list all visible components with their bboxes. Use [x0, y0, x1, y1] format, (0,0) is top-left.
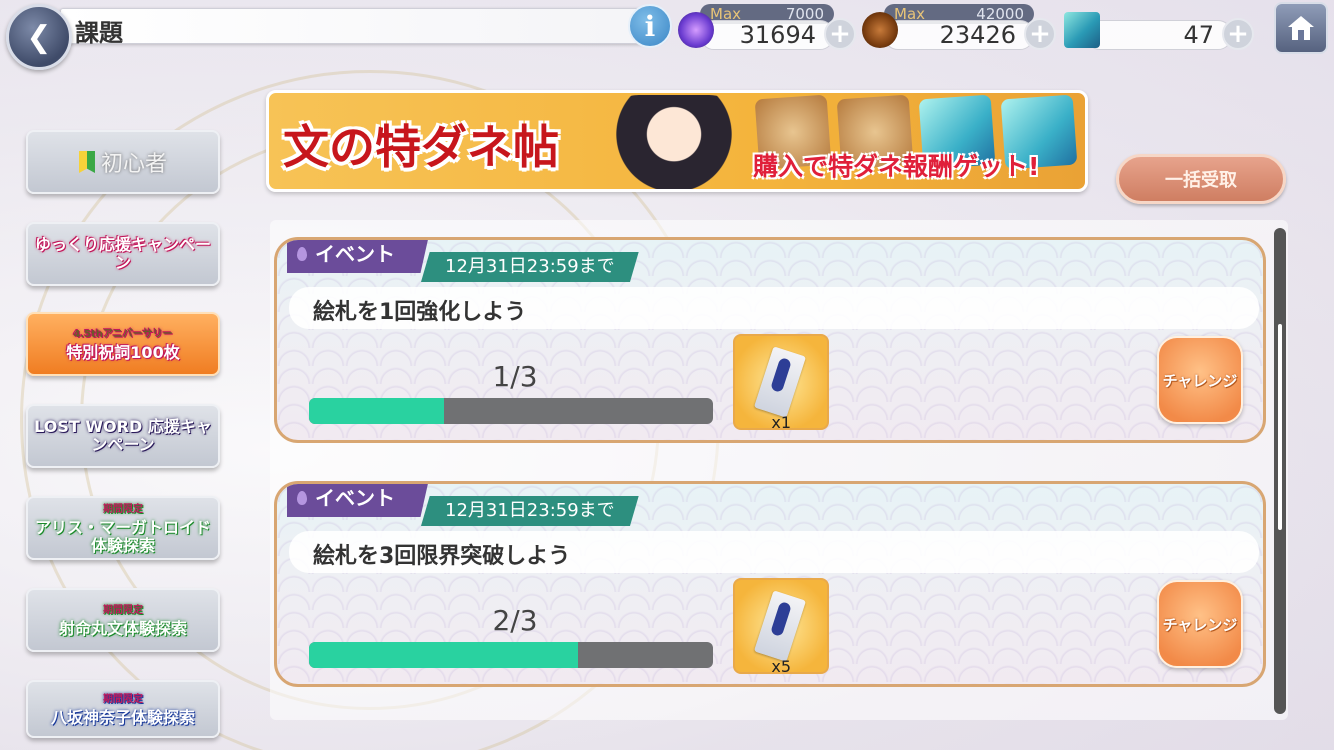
task-progress-text: 1/3 — [492, 360, 538, 393]
task-card: 12月31日23:59まで イベント 絵札を3回限界突破しよう 2/3 x5 チ… — [274, 481, 1266, 687]
task-description: 絵札を1回強化しよう — [313, 300, 527, 325]
task-reward[interactable]: x5 — [733, 578, 829, 676]
resource-value: 31694 — [739, 21, 816, 49]
sidebar-item-alice-trial[interactable]: 期間限定 アリス・マーガトロイド体験探索 — [26, 496, 220, 560]
sidebar-item-label: 4.5thアニバーサリー 特別祝詞100枚 — [66, 329, 180, 362]
challenge-label: チャレンジ — [1162, 615, 1238, 634]
add-coin-button[interactable]: + — [1024, 18, 1056, 50]
banner-subtitle: 購入で特ダネ報酬ゲット! — [753, 152, 1040, 181]
resource-coin: Max 42000 23426 + — [862, 4, 1056, 50]
bulk-receive-button[interactable]: 一括受取 — [1116, 154, 1286, 204]
sidebar-item-beginner[interactable]: 初心者 — [26, 130, 220, 194]
blue-flame-icon — [678, 12, 714, 48]
beginner-leaf-icon — [78, 151, 95, 173]
sidebar-item-special-norito[interactable]: 4.5thアニバーサリー 特別祝詞100枚 — [26, 312, 220, 376]
sidebar-item-label: ゆっくり応援キャンペーン — [34, 235, 211, 272]
home-icon — [1288, 16, 1314, 40]
task-category-tag: イベント — [287, 240, 429, 273]
task-progress-bar — [309, 642, 713, 668]
sidebar-item-label: 期間限定 射命丸文体験探索 — [58, 605, 187, 638]
sidebar-item-yukkuri-campaign[interactable]: ゆっくり応援キャンペーン — [26, 222, 220, 286]
reward-quantity: x1 — [771, 413, 791, 432]
task-description-bar: 絵札を3回限界突破しよう — [289, 531, 1259, 573]
back-arrow-icon: ❮ — [26, 19, 52, 55]
aya-character-image — [599, 95, 749, 189]
back-button[interactable]: ❮ — [6, 4, 72, 70]
task-progress-text: 2/3 — [492, 604, 538, 637]
sidebar-item-lostword-campaign[interactable]: LOST WORD 応援キャンペーン — [26, 404, 220, 468]
task-progress-fill — [309, 642, 579, 668]
resource-value: 23426 — [939, 21, 1016, 49]
resource-value: 47 — [1183, 21, 1214, 49]
gourd-icon — [862, 12, 898, 48]
task-deadline: 12月31日23:59まで — [421, 252, 639, 282]
task-deadline: 12月31日23:59まで — [421, 496, 639, 526]
sidebar-item-label: 期間限定 八坂神奈子体験探索 — [50, 694, 195, 727]
drop-icon — [297, 247, 307, 261]
add-spirit-button[interactable]: + — [824, 18, 856, 50]
title-bar: 課題 — [60, 8, 670, 47]
resource-cube: 47 + — [1064, 4, 1254, 50]
resource-spirit: Max 7000 31694 + — [678, 4, 856, 50]
task-progress-bar — [309, 398, 713, 424]
top-bar: 課題 ❮ i Max 7000 31694 + Max 42000 23426 … — [0, 0, 1334, 70]
task-description-bar: 絵札を1回強化しよう — [289, 287, 1259, 329]
sidebar-item-label: LOST WORD 応援キャンペーン — [34, 417, 212, 454]
home-button[interactable] — [1274, 2, 1328, 54]
reward-quantity: x5 — [771, 657, 791, 676]
sidebar-item-aya-trial[interactable]: 期間限定 射命丸文体験探索 — [26, 588, 220, 652]
event-banner[interactable]: 文の特ダネ帖 購入で特ダネ報酬ゲット! — [266, 90, 1088, 192]
add-cube-button[interactable]: + — [1222, 18, 1254, 50]
task-category-tag: イベント — [287, 484, 429, 517]
challenge-label: チャレンジ — [1162, 371, 1238, 390]
blue-cube-icon — [1064, 12, 1100, 48]
sidebar-item-kanako-trial[interactable]: 期間限定 八坂神奈子体験探索 — [26, 680, 220, 738]
task-reward[interactable]: x1 — [733, 334, 829, 432]
task-card: 12月31日23:59まで イベント 絵札を1回強化しよう 1/3 x1 チャレ… — [274, 237, 1266, 443]
sidebar-item-label: 初心者 — [78, 146, 167, 178]
task-description: 絵札を3回限界突破しよう — [313, 544, 571, 569]
challenge-button[interactable]: チャレンジ — [1157, 336, 1243, 424]
scrollbar-thumb[interactable] — [1278, 324, 1282, 530]
info-button[interactable]: i — [628, 4, 672, 48]
banner-title: 文の特ダネ帖 — [283, 120, 559, 174]
page-title: 課題 — [75, 19, 123, 47]
sidebar-item-label: 期間限定 アリス・マーガトロイド体験探索 — [34, 504, 211, 555]
task-progress-fill — [309, 398, 444, 424]
drop-icon — [297, 491, 307, 505]
challenge-button[interactable]: チャレンジ — [1157, 580, 1243, 668]
